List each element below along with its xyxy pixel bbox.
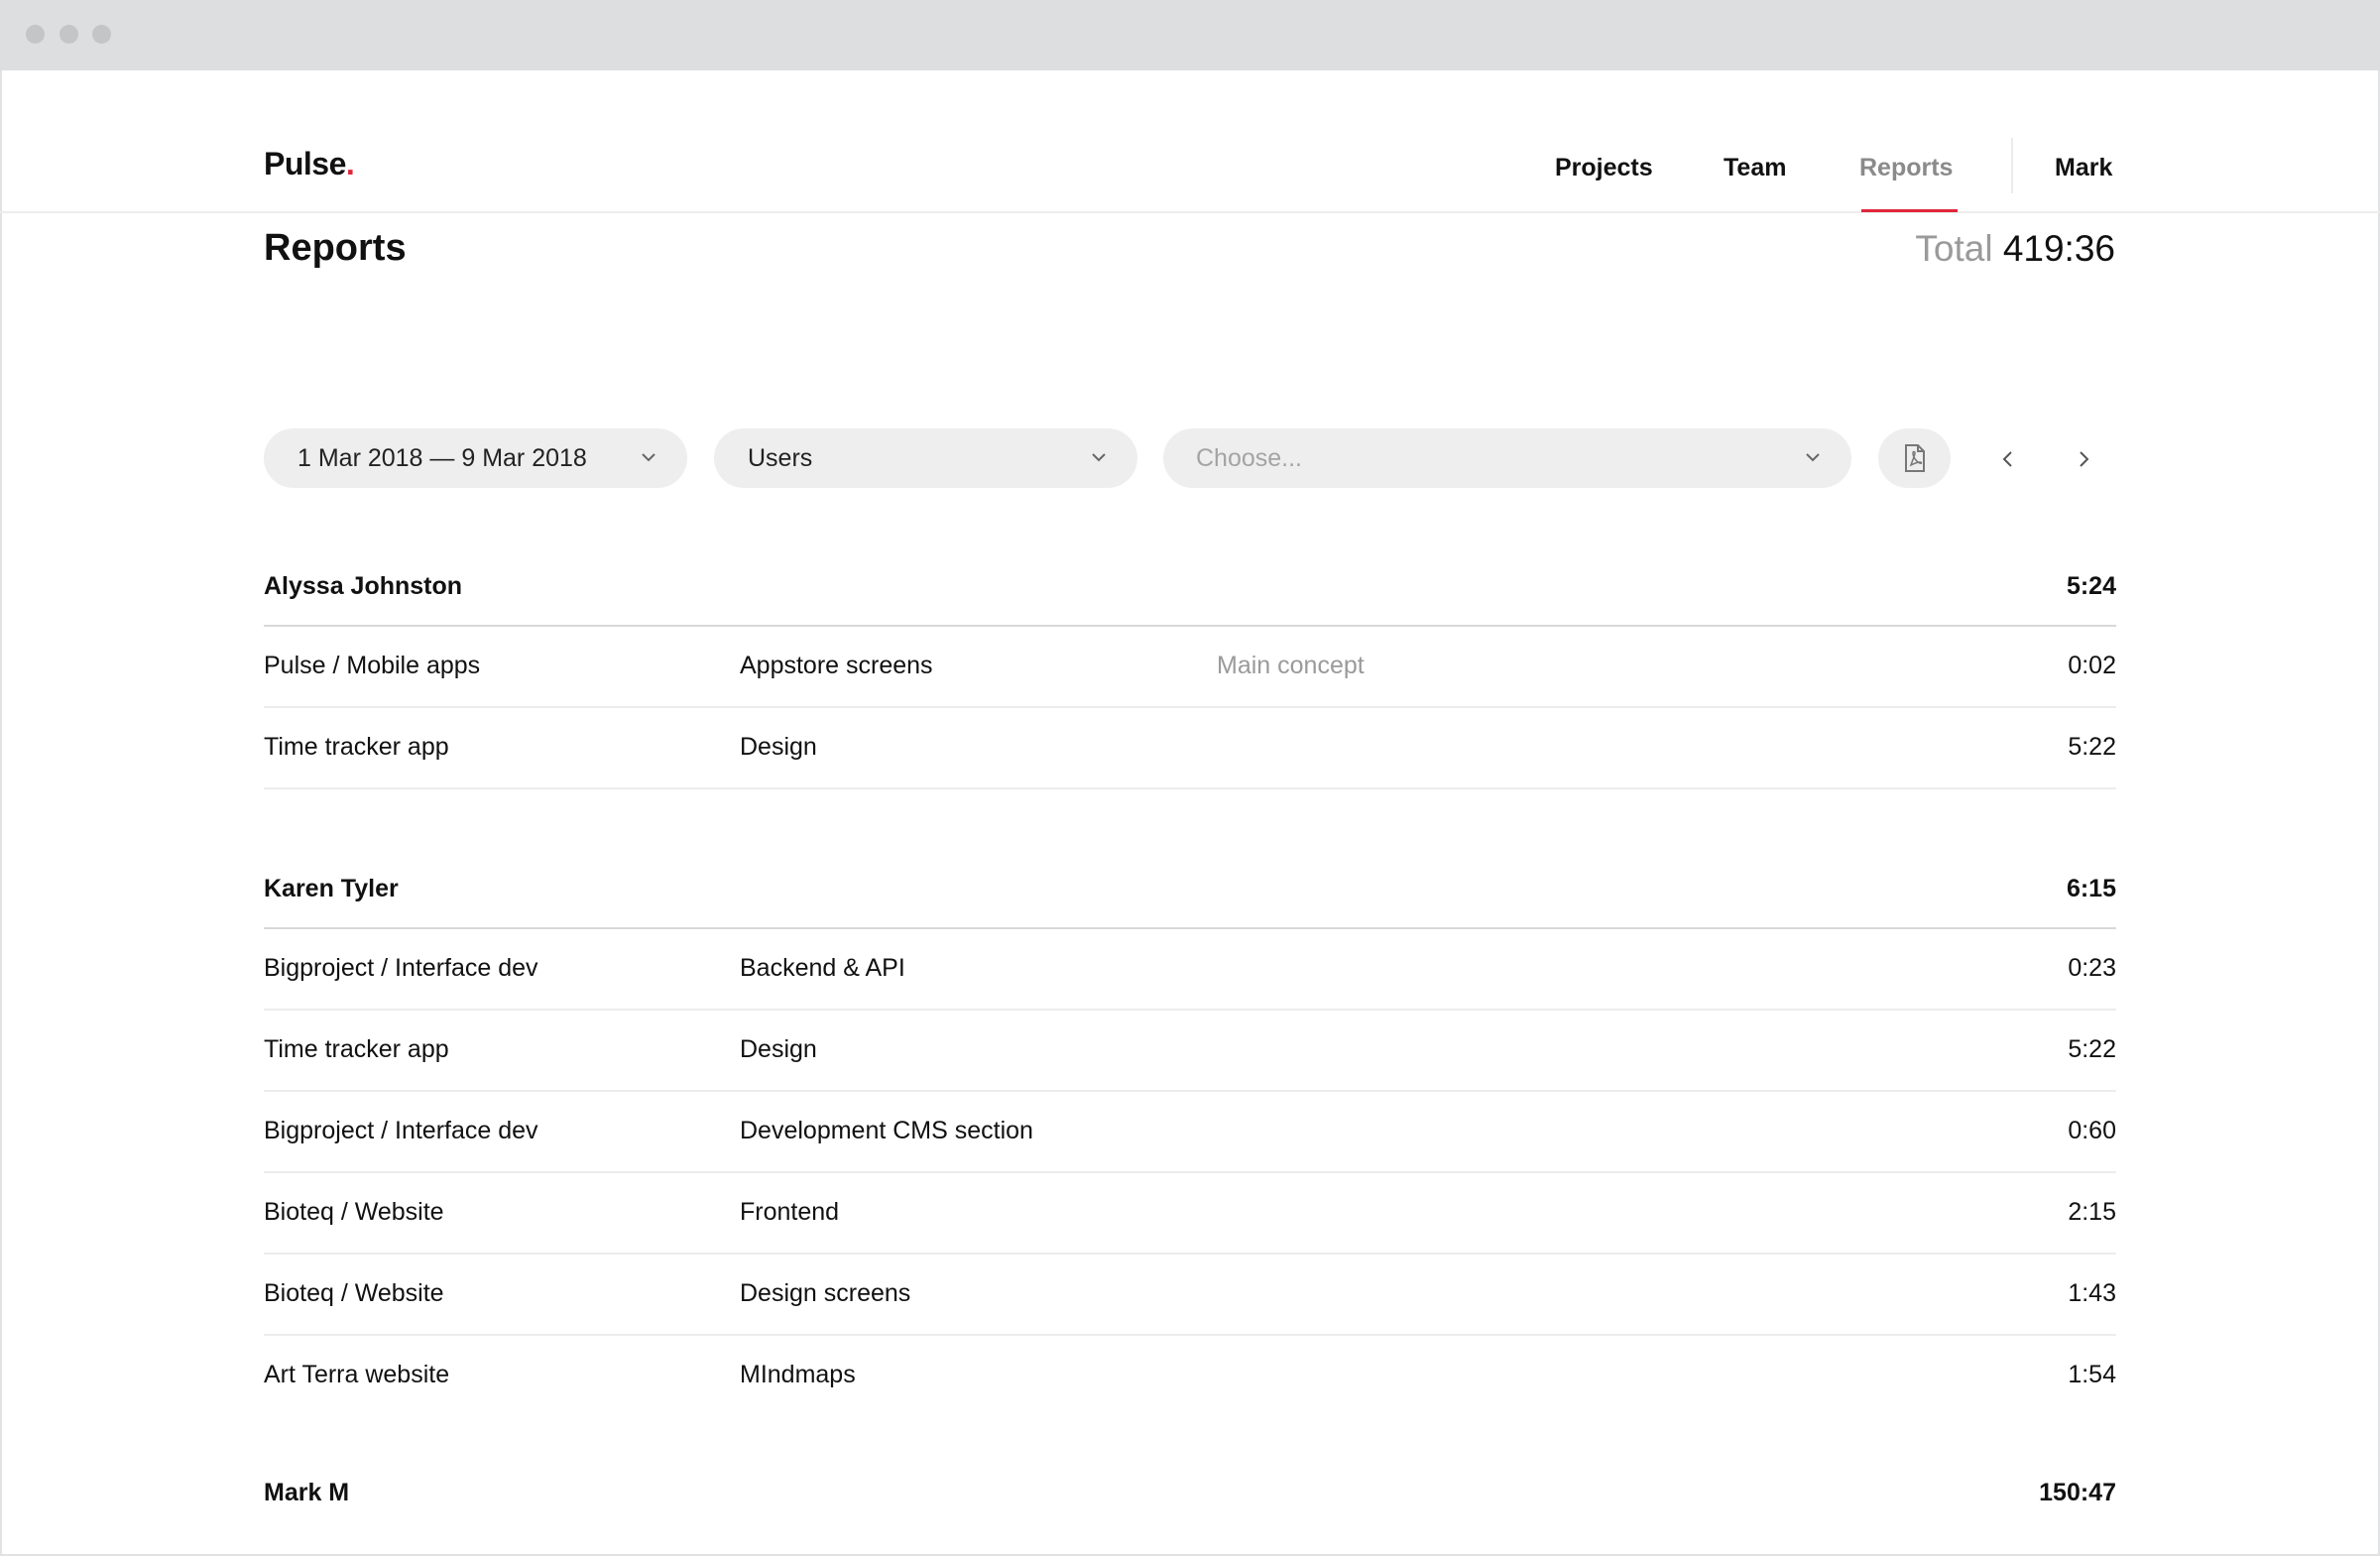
row-note: Main concept <box>1217 652 1365 679</box>
row-time: 0:02 <box>2068 652 2116 679</box>
row-time: 1:43 <box>2068 1279 2116 1307</box>
total-value: 419:36 <box>2002 228 2115 269</box>
chevron-down-icon <box>1092 453 1106 462</box>
row-project: Bigproject / Interface dev <box>264 1117 538 1144</box>
window-close-dot[interactable] <box>26 25 45 44</box>
group-header[interactable]: Alyssa Johnston 5:24 <box>264 545 2116 627</box>
nav-projects[interactable]: Projects <box>1555 154 1653 182</box>
group-total-time: 6:15 <box>2066 875 2116 902</box>
date-range-select[interactable]: 1 Mar 2018 — 9 Mar 2018 <box>264 428 687 488</box>
row-task: Development CMS section <box>740 1117 1033 1144</box>
choose-placeholder: Choose... <box>1196 444 1303 472</box>
app-logo[interactable]: Pulse. <box>264 146 355 182</box>
row-project: Time tracker app <box>264 1035 449 1063</box>
window-minimize-dot[interactable] <box>60 25 78 44</box>
row-task: Backend & API <box>740 954 905 982</box>
row-time: 5:22 <box>2068 1035 2116 1063</box>
top-header: Pulse. Projects Team Reports Mark <box>0 70 2380 213</box>
row-project: Bioteq / Website <box>264 1279 444 1307</box>
row-task: Appstore screens <box>740 652 933 679</box>
row-project: Bioteq / Website <box>264 1198 444 1226</box>
group-header[interactable]: Karen Tyler 6:15 <box>264 848 2116 929</box>
window-titlebar <box>0 0 2380 70</box>
chevron-left-icon[interactable] <box>1993 444 2023 474</box>
group-by-select[interactable]: Users <box>714 428 1137 488</box>
total-label: Total <box>1915 228 1993 269</box>
logo-dot: . <box>345 146 355 181</box>
pdf-file-icon <box>1905 444 1925 472</box>
report-group: Mark M 150:47 <box>264 1452 2116 1533</box>
nav-reports[interactable]: Reports <box>1859 154 1953 182</box>
nav-divider <box>2011 138 2013 193</box>
group-user-name: Karen Tyler <box>264 875 399 902</box>
page-title: Reports <box>264 227 407 269</box>
row-project: Pulse / Mobile apps <box>264 652 481 679</box>
row-time: 5:22 <box>2068 733 2116 761</box>
report-group: Karen Tyler 6:15 Bigproject / Interface … <box>264 848 2116 1417</box>
row-task: Design <box>740 733 817 761</box>
group-user-name: Alyssa Johnston <box>264 572 463 600</box>
row-project: Art Terra website <box>264 1361 450 1388</box>
row-time: 1:54 <box>2068 1361 2116 1388</box>
table-row[interactable]: Pulse / Mobile apps Appstore screens Mai… <box>264 627 2116 708</box>
row-time: 2:15 <box>2068 1198 2116 1226</box>
group-by-value: Users <box>748 444 813 472</box>
row-project: Bigproject / Interface dev <box>264 954 538 982</box>
row-task: Design <box>740 1035 817 1063</box>
chevron-right-icon[interactable] <box>2069 444 2098 474</box>
group-header[interactable]: Mark M 150:47 <box>264 1452 2116 1533</box>
choose-filter-select[interactable]: Choose... <box>1163 428 1851 488</box>
report-group: Alyssa Johnston 5:24 Pulse / Mobile apps… <box>264 545 2116 789</box>
chevron-down-icon <box>642 453 655 462</box>
nav-active-indicator <box>1861 209 1958 212</box>
chevron-down-icon <box>1806 453 1820 462</box>
table-row[interactable]: Time tracker app Design 5:22 <box>264 1011 2116 1092</box>
nav-team[interactable]: Team <box>1724 154 1786 182</box>
row-task: Design screens <box>740 1279 911 1307</box>
group-total-time: 5:24 <box>2066 572 2116 600</box>
row-project: Time tracker app <box>264 733 449 761</box>
logo-text: Pulse <box>264 146 346 181</box>
row-task: MIndmaps <box>740 1361 856 1388</box>
row-time: 0:23 <box>2068 954 2116 982</box>
window-zoom-dot[interactable] <box>92 25 111 44</box>
table-row[interactable]: Art Terra website MIndmaps 1:54 <box>264 1336 2116 1417</box>
row-task: Frontend <box>740 1198 840 1226</box>
row-time: 0:60 <box>2068 1117 2116 1144</box>
export-pdf-button[interactable] <box>1878 428 1951 488</box>
group-total-time: 150:47 <box>2039 1479 2116 1506</box>
table-row[interactable]: Bioteq / Website Design screens 1:43 <box>264 1255 2116 1336</box>
total-summary: Total 419:36 <box>1915 228 2115 270</box>
group-user-name: Mark M <box>264 1479 350 1506</box>
table-row[interactable]: Bigproject / Interface dev Development C… <box>264 1092 2116 1173</box>
user-menu[interactable]: Mark <box>2055 154 2112 182</box>
table-row[interactable]: Time tracker app Design 5:22 <box>264 708 2116 789</box>
table-row[interactable]: Bioteq / Website Frontend 2:15 <box>264 1173 2116 1255</box>
table-row[interactable]: Bigproject / Interface dev Backend & API… <box>264 929 2116 1011</box>
date-range-value: 1 Mar 2018 — 9 Mar 2018 <box>298 444 587 472</box>
